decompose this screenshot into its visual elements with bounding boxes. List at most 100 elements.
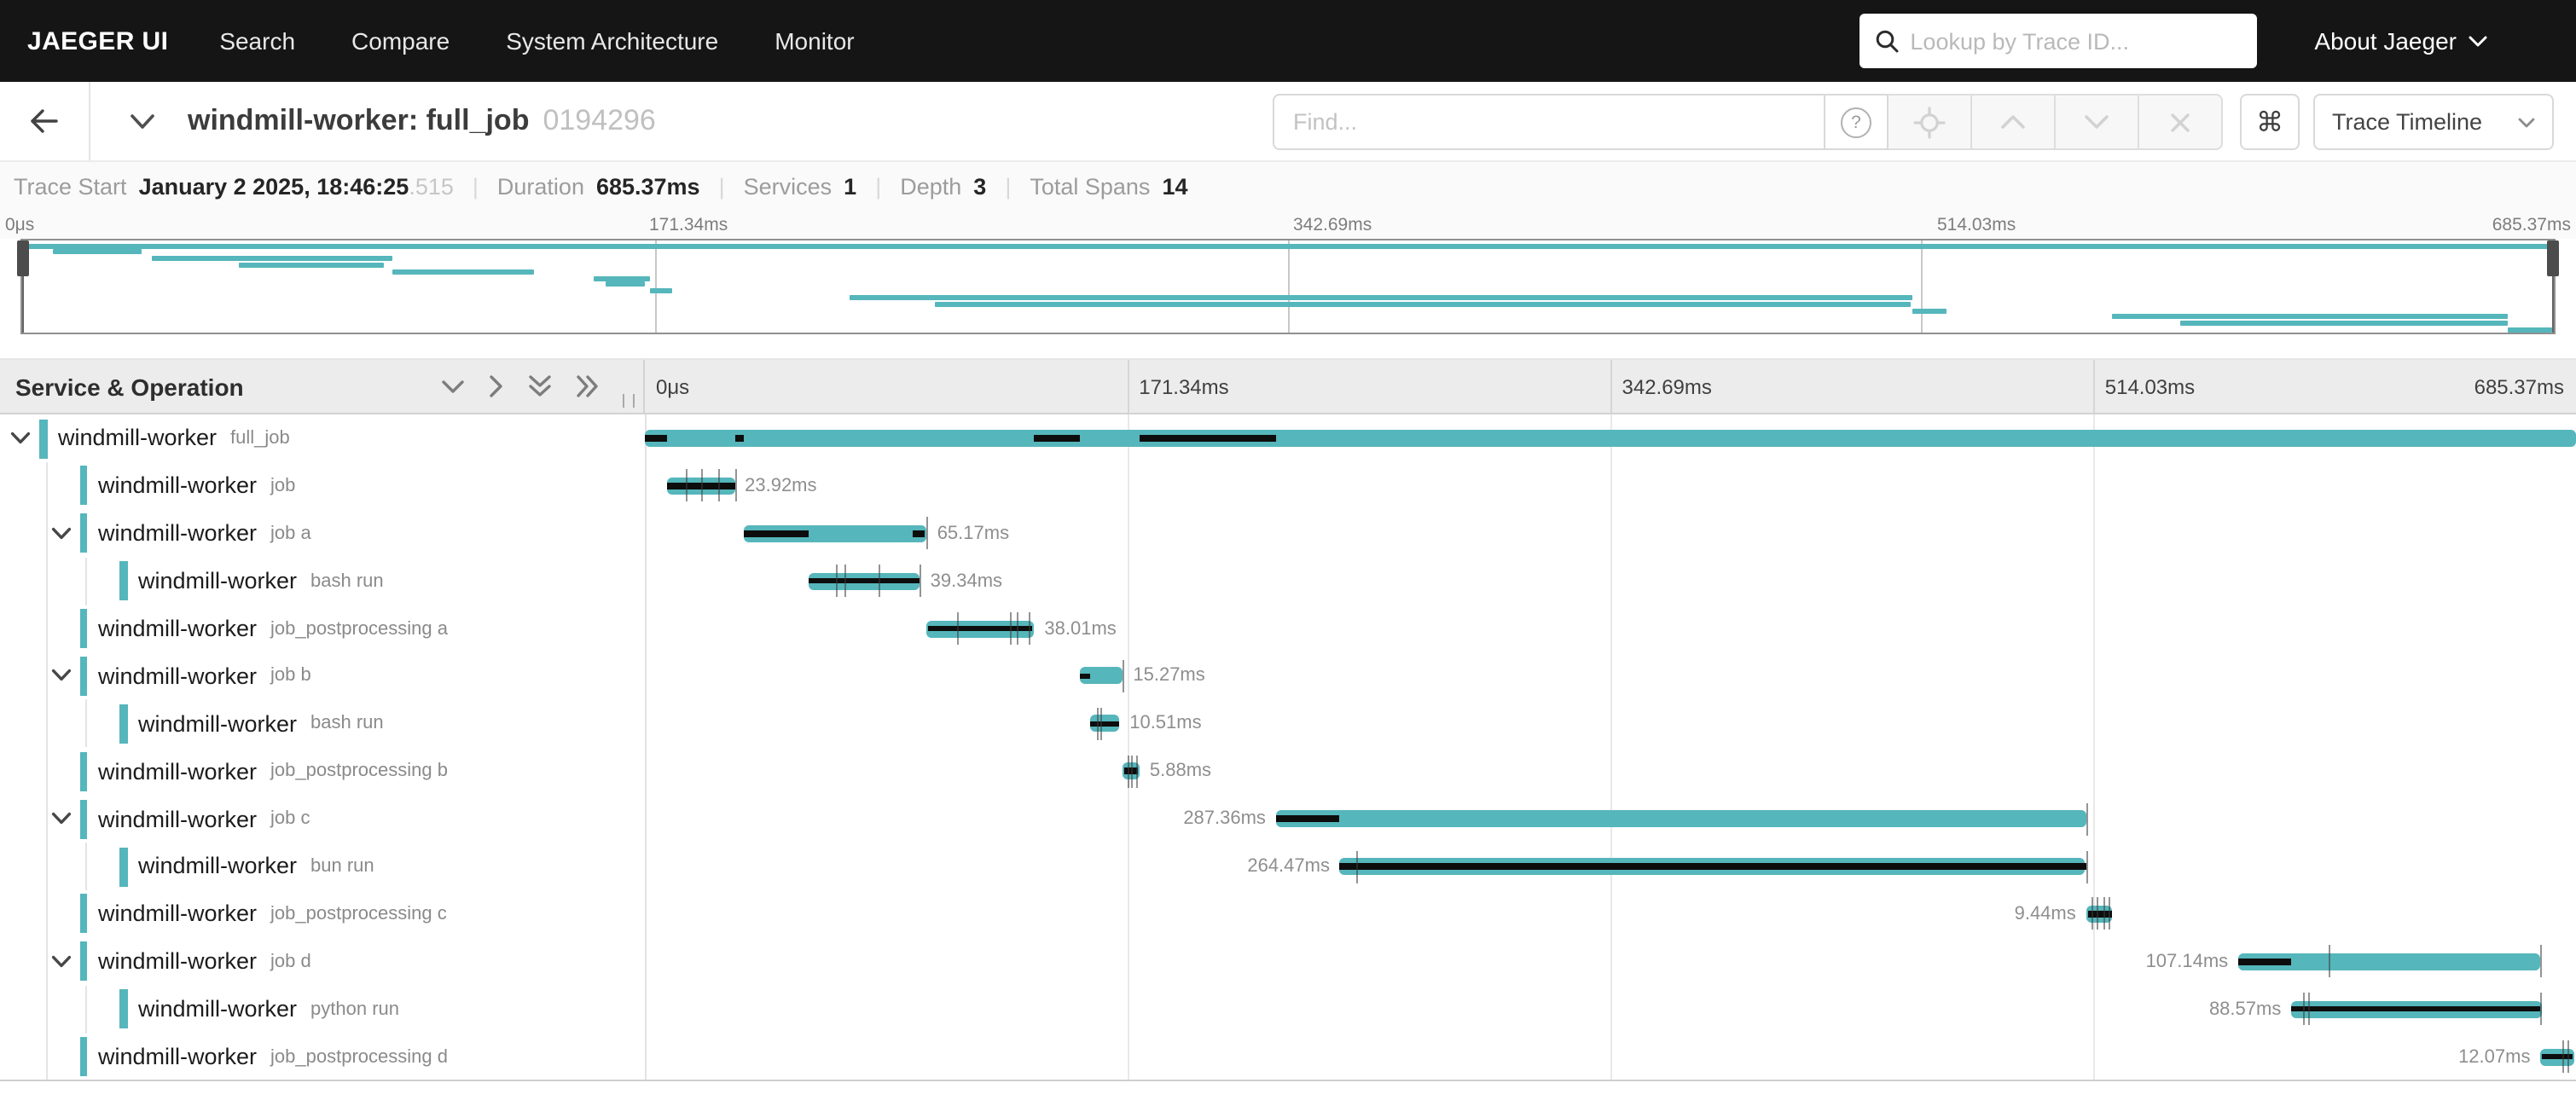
operation-name: job_postprocessing c [270,904,447,924]
keyboard-shortcuts-button[interactable]: ⌘ [2240,94,2300,150]
collapse-one-icon[interactable] [441,379,463,393]
service-name: windmill-worker [98,473,257,499]
span-row[interactable]: windmill-workerpython run88.57ms [0,985,2576,1033]
critical-path-segment [809,578,920,584]
operation-name: python run [310,999,399,1019]
indent-guide [45,510,47,558]
trace-minimap[interactable] [20,239,2556,334]
trace-lookup-input[interactable] [1910,28,2241,54]
column-resize-handle[interactable] [622,394,634,408]
span-row[interactable]: windmill-workerjob_postprocessing b5.88m… [0,747,2576,795]
app-logo[interactable]: JAEGER UI [27,26,168,55]
service-name: windmill-worker [138,996,297,1022]
span-row[interactable]: windmill-workerbun run264.47ms [0,843,2576,890]
service-name: windmill-worker [98,758,257,784]
minimap-gridline [1288,240,1290,333]
chevron-down-icon[interactable] [50,526,71,540]
summary-label: Depth [900,173,961,199]
nav-item-system-architecture[interactable]: System Architecture [506,27,718,55]
span-timeline-cell [644,414,2576,462]
minimap-gridline [655,240,657,333]
expand-all-icon[interactable] [576,375,598,397]
collapse-trace-detail-button[interactable] [130,113,155,129]
span-row[interactable]: windmill-workerfull_job [0,414,2576,462]
jaeger-app: JAEGER UI Search Compare System Architec… [0,0,2576,1112]
chevron-down-icon[interactable] [10,431,31,445]
span-bar[interactable] [644,430,2576,447]
service-name: windmill-worker [98,901,257,927]
span-row[interactable]: windmill-workerjob23.92ms [0,462,2576,510]
about-jaeger-menu[interactable]: About Jaeger [2314,27,2487,55]
span-bar[interactable] [1276,810,2086,827]
span-rows: windmill-workerfull_jobwindmill-workerjo… [0,414,2576,1080]
span-row[interactable]: windmill-workerbash run39.34ms [0,557,2576,605]
span-log-marker [2304,993,2306,1025]
span-log-marker [2086,802,2088,835]
nav-item-compare[interactable]: Compare [351,27,450,55]
nav-menu: Search Compare System Architecture Monit… [219,27,854,55]
span-row[interactable]: windmill-workerjob b15.27ms [0,652,2576,700]
span-log-marker [2307,993,2309,1025]
critical-path-segment [2291,1006,2540,1012]
span-log-marker [2092,898,2093,930]
indent-guide [45,985,47,1033]
minimap-scrubber-right[interactable] [2547,240,2559,276]
minimap-scrubber-left[interactable] [17,240,29,276]
span-row[interactable]: windmill-workerjob_postprocessing a 38.01… [0,605,2576,652]
indent-guide [45,843,47,890]
chevron-down-icon[interactable] [50,669,71,683]
span-name: windmill-workerfull_job [58,414,290,462]
service-name: windmill-worker [138,854,297,879]
span-log-marker [1010,612,1012,645]
trace-view-label: Trace Timeline [2332,109,2482,135]
span-log-marker [1135,755,1137,787]
span-timeline-cell: 15.27ms [644,652,2576,700]
indent-guide [45,700,47,748]
span-row[interactable]: windmill-workerjob c287.36ms [0,795,2576,843]
span-name-cell: windmill-workerfull_job [0,414,644,462]
span-row[interactable]: windmill-workerjob a65.17ms [0,510,2576,558]
chevron-down-icon[interactable] [50,954,71,968]
find-help-button[interactable]: ? [1824,94,1888,150]
find-next-button[interactable] [2056,94,2139,150]
back-button[interactable] [0,82,90,160]
span-row[interactable]: windmill-workerbash run10.51ms [0,700,2576,748]
critical-path-segment [914,530,925,536]
minimap-span [606,282,646,287]
span-name: windmill-workerjob_postprocessing a [98,605,448,652]
trace-view-select[interactable]: Trace Timeline [2313,94,2554,150]
summary-label: Trace Start [14,173,127,199]
span-log-marker [2103,898,2104,930]
minimap-span [2111,315,2507,320]
clear-find-button[interactable] [2139,94,2223,150]
nav-item-search[interactable]: Search [219,27,295,55]
service-color-bar [79,609,87,648]
summary-value: 1 [844,173,856,199]
span-row[interactable]: windmill-workerjob_postprocessing c9.44m… [0,890,2576,938]
minimap-span [152,256,392,261]
trace-lookup-box [1859,14,2256,68]
span-log-marker [2568,1040,2570,1073]
indent-guide [45,938,47,986]
nav-item-monitor[interactable]: Monitor [775,27,854,55]
operation-name: job b [270,666,311,686]
span-row[interactable]: windmill-workerjob d107.14ms [0,938,2576,986]
span-row[interactable]: windmill-workerjob_postprocessing d12.07… [0,1033,2576,1080]
collapse-all-icon[interactable] [528,375,550,397]
minimap-span [2508,327,2552,333]
minimap-span [239,263,384,268]
find-prev-button[interactable] [1972,94,2056,150]
summary-label: Services [744,173,833,199]
find-input[interactable] [1293,109,1824,135]
span-log-marker [1127,755,1128,787]
span-duration-label: 65.17ms [937,510,1009,558]
operation-name: bash run [310,714,384,734]
trace-id: 0194296 [542,104,655,136]
indent-guide [45,605,47,652]
span-timeline-cell: 38.01ms [644,605,2576,652]
expand-one-icon[interactable] [489,375,502,397]
chevron-down-icon[interactable] [50,812,71,825]
span-name: windmill-workerjob c [98,795,310,843]
span-name-cell: windmill-workerbash run [0,700,644,748]
focus-span-button[interactable] [1888,94,1972,150]
